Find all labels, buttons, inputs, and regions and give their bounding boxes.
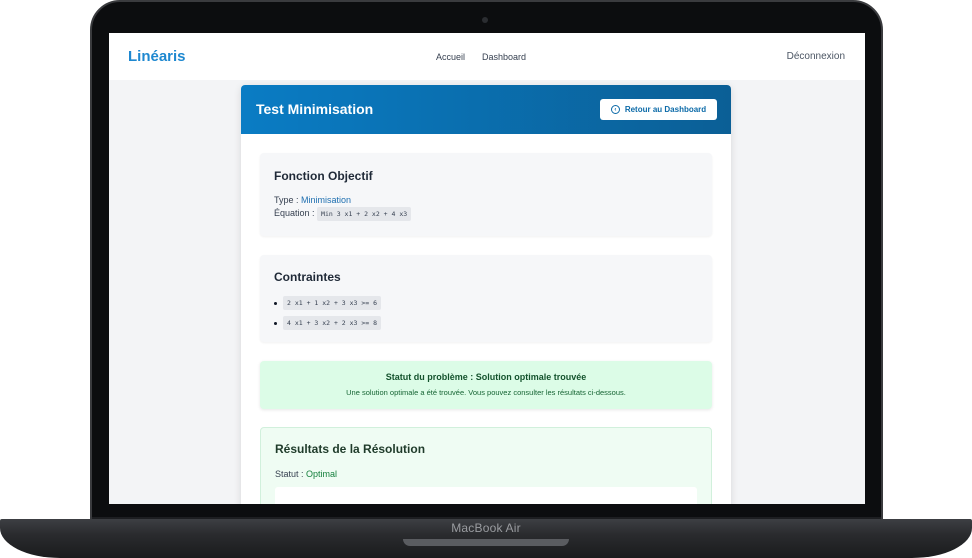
objective-heading: Fonction Objectif	[274, 169, 373, 183]
status-title: Statut du problème : Solution optimale t…	[385, 372, 587, 382]
card-header: Test Minimisation ‹ Retour au Dashboard	[241, 85, 731, 134]
screen: Linéaris Accueil Dashboard Déconnexion T…	[109, 33, 865, 504]
equation-code: Min 3 x1 + 2 x2 + 4 x3	[317, 207, 412, 221]
type-label: Type :	[274, 195, 299, 205]
laptop-notch	[403, 539, 569, 546]
page-title: Test Minimisation	[256, 101, 374, 117]
constraint-item: 2 x1 + 1 x2 + 3 x3 >= 6	[274, 296, 382, 310]
constraints-section: Contraintes 2 x1 + 1 x2 + 3 x3 >= 6 4 x1…	[260, 255, 712, 342]
brand-logo[interactable]: Linéaris	[128, 48, 186, 65]
arrow-left-circle-icon: ‹	[610, 105, 620, 114]
results-heading: Résultats de la Résolution	[275, 442, 426, 456]
device-model-label: MacBook Air	[451, 521, 521, 535]
results-status-label: Statut :	[275, 469, 304, 479]
problem-card: Test Minimisation ‹ Retour au Dashboard …	[241, 85, 731, 504]
results-status: Statut : Optimal	[275, 469, 337, 479]
equation-label: Équation :	[274, 208, 315, 218]
nav-link-dashboard[interactable]: Dashboard	[482, 52, 526, 62]
constraints-heading: Contraintes	[274, 270, 341, 284]
type-value: Minimisation	[301, 195, 352, 205]
constraint-code: 4 x1 + 3 x2 + 2 x3 >= 8	[283, 316, 382, 330]
status-alert: Statut du problème : Solution optimale t…	[260, 361, 712, 409]
bullet-icon	[274, 321, 277, 325]
nav-links: Accueil Dashboard	[436, 52, 526, 62]
navbar: Linéaris Accueil Dashboard Déconnexion	[109, 33, 865, 80]
objective-section: Fonction Objectif Type : Minimisation Éq…	[260, 153, 712, 236]
constraint-code: 2 x1 + 1 x2 + 3 x3 >= 6	[283, 296, 382, 310]
objective-equation: Équation : Min 3 x1 + 2 x2 + 4 x3	[274, 207, 412, 221]
back-to-dashboard-button[interactable]: ‹ Retour au Dashboard	[600, 99, 717, 120]
status-description: Une solution optimale a été trouvée. Vou…	[346, 388, 626, 397]
results-table-panel	[275, 487, 697, 504]
logout-link[interactable]: Déconnexion	[787, 51, 845, 62]
camera-icon	[482, 17, 488, 23]
bullet-icon	[274, 301, 277, 305]
objective-type: Type : Minimisation	[274, 195, 351, 205]
constraint-item: 4 x1 + 3 x2 + 2 x3 >= 8	[274, 316, 382, 330]
results-status-value: Optimal	[306, 469, 338, 479]
nav-link-accueil[interactable]: Accueil	[436, 52, 465, 62]
results-section: Résultats de la Résolution Statut : Opti…	[260, 427, 712, 504]
back-button-label: Retour au Dashboard	[624, 105, 707, 114]
